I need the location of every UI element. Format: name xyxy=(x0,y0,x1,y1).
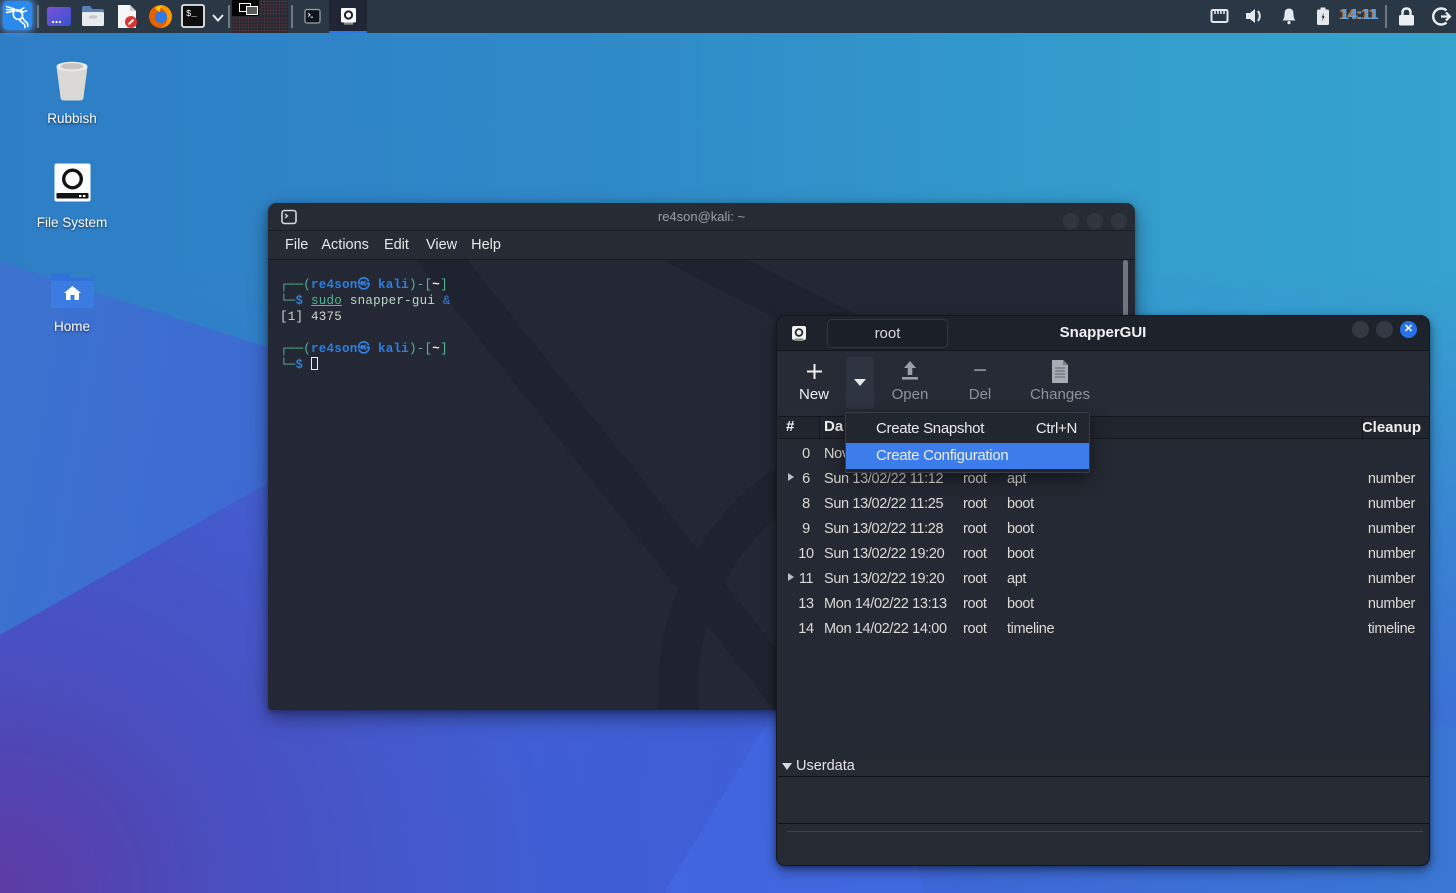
svg-text:$_: $_ xyxy=(186,9,197,19)
